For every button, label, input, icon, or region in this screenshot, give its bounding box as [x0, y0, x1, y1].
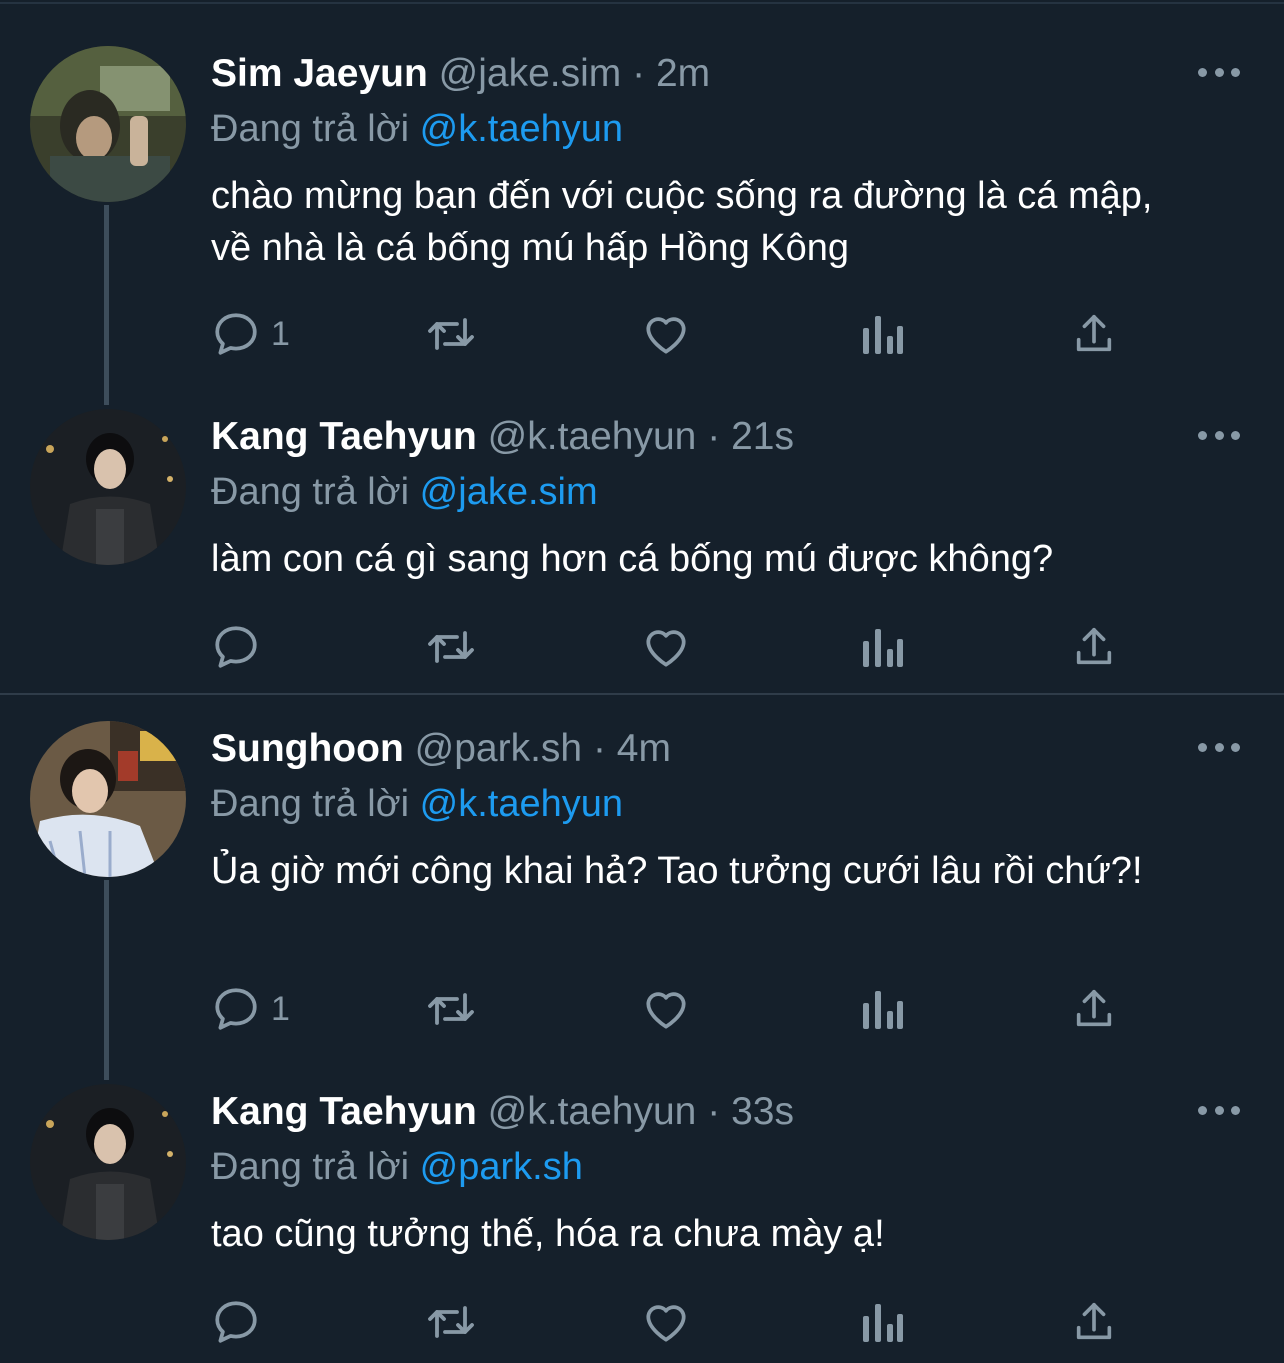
share-icon: [1076, 989, 1112, 1027]
analytics-button[interactable]: [859, 308, 903, 360]
user-handle[interactable]: @k.taehyun: [488, 415, 697, 458]
reply-button[interactable]: 1: [211, 983, 290, 1035]
heart-icon: [646, 1305, 686, 1342]
mention-link[interactable]: @jake.sim: [420, 471, 598, 513]
tweet-content: Kang Taehyun @k.taehyun · 21s Đang trả l…: [211, 409, 1211, 585]
retweet-icon: [428, 318, 474, 350]
replying-to: Đang trả lời @k.taehyun: [211, 102, 1211, 156]
tweet-content: Kang Taehyun @k.taehyun · 33s Đang trả l…: [211, 1084, 1211, 1260]
avatar[interactable]: [30, 46, 186, 202]
reply-button[interactable]: [211, 1296, 271, 1348]
share-button[interactable]: [1071, 983, 1117, 1035]
more-options-icon[interactable]: [1198, 425, 1240, 445]
tweet-header: Kang Taehyun @k.taehyun · 21s: [211, 409, 1211, 465]
tweet-header: Sunghoon @park.sh · 4m: [211, 721, 1211, 777]
analytics-icon: [863, 316, 903, 354]
reply-feed: Sim Jaeyun @jake.sim · 2m Đang trả lời @…: [0, 0, 1284, 1363]
reply-icon: [215, 988, 257, 1030]
tweet-text: tao cũng tưởng thế, hóa ra chưa mày ạ!: [211, 1213, 885, 1255]
share-button[interactable]: [1071, 1296, 1117, 1348]
analytics-button[interactable]: [859, 1296, 903, 1348]
separator: ·: [592, 727, 606, 770]
heart-icon: [646, 630, 686, 667]
tweet-header: Sim Jaeyun @jake.sim · 2m: [211, 46, 1211, 102]
like-button[interactable]: [641, 1296, 691, 1348]
tweet-header: Kang Taehyun @k.taehyun · 33s: [211, 1084, 1211, 1140]
tweet-actions: [211, 1296, 1112, 1348]
replying-to: Đang trả lời @park.sh: [211, 1140, 1211, 1194]
user-handle[interactable]: @jake.sim: [439, 52, 622, 95]
like-button[interactable]: [641, 308, 691, 360]
retweet-icon: [428, 631, 474, 663]
tweet-content: Sunghoon @park.sh · 4m Đang trả lời @k.t…: [211, 721, 1211, 897]
retweet-button[interactable]: [423, 1296, 479, 1348]
analytics-icon: [863, 629, 903, 667]
avatar[interactable]: [30, 721, 186, 877]
tweet-actions: 1: [211, 983, 1112, 1035]
replying-to: Đang trả lời @k.taehyun: [211, 777, 1211, 831]
analytics-button[interactable]: [859, 621, 903, 673]
timestamp[interactable]: 21s: [731, 415, 794, 458]
reply-button[interactable]: [211, 621, 271, 673]
mention-link[interactable]: @park.sh: [420, 1146, 583, 1188]
display-name[interactable]: Kang Taehyun: [211, 1090, 477, 1133]
tweet-actions: 1: [211, 308, 1112, 360]
display-name[interactable]: Sunghoon: [211, 727, 404, 770]
retweet-button[interactable]: [423, 983, 479, 1035]
replying-to-label: Đang trả lời: [211, 108, 410, 150]
tweet-actions: [211, 621, 1112, 673]
share-icon: [1076, 627, 1112, 665]
more-options-icon[interactable]: [1198, 1100, 1240, 1120]
retweet-button[interactable]: [423, 621, 479, 673]
retweet-button[interactable]: [423, 308, 479, 360]
more-options-icon[interactable]: [1198, 737, 1240, 757]
share-button[interactable]: [1071, 308, 1117, 360]
more-options-icon[interactable]: [1198, 62, 1240, 82]
timestamp[interactable]: 4m: [617, 727, 671, 770]
replying-to: Đang trả lời @jake.sim: [211, 465, 1211, 519]
replying-to-label: Đang trả lời: [211, 471, 410, 513]
reply-icon: [215, 626, 257, 668]
analytics-icon: [863, 1304, 903, 1342]
separator: ·: [707, 1090, 721, 1133]
tweet-text: Ủa giờ mới công khai hả? Tao tưởng cưới …: [211, 850, 1143, 892]
like-button[interactable]: [641, 621, 691, 673]
replying-to-label: Đang trả lời: [211, 1146, 410, 1188]
tweet-text: làm con cá gì sang hơn cá bống mú được k…: [211, 538, 1054, 580]
reply-icon: [215, 1301, 257, 1343]
retweet-icon: [428, 1306, 474, 1338]
timestamp[interactable]: 33s: [731, 1090, 794, 1133]
reply-count: 1: [271, 314, 290, 353]
like-button[interactable]: [641, 983, 691, 1035]
reply-count: 1: [271, 989, 290, 1028]
heart-icon: [646, 992, 686, 1029]
user-handle[interactable]: @k.taehyun: [488, 1090, 697, 1133]
share-icon: [1076, 1302, 1112, 1340]
tweet-content: Sim Jaeyun @jake.sim · 2m Đang trả lời @…: [211, 46, 1211, 274]
display-name[interactable]: Sim Jaeyun: [211, 52, 428, 95]
user-handle[interactable]: @park.sh: [415, 727, 582, 770]
retweet-icon: [428, 993, 474, 1025]
mention-link[interactable]: @k.taehyun: [420, 783, 623, 825]
avatar[interactable]: [30, 409, 186, 565]
separator: ·: [707, 415, 721, 458]
avatar[interactable]: [30, 1084, 186, 1240]
share-button[interactable]: [1071, 621, 1117, 673]
reply-button[interactable]: 1: [211, 308, 290, 360]
analytics-icon: [863, 991, 903, 1029]
heart-icon: [646, 317, 686, 354]
mention-link[interactable]: @k.taehyun: [420, 108, 623, 150]
tweet-text: chào mừng bạn đến với cuộc sống ra đường…: [211, 175, 1153, 269]
display-name[interactable]: Kang Taehyun: [211, 415, 477, 458]
timestamp[interactable]: 2m: [656, 52, 710, 95]
share-icon: [1076, 314, 1112, 352]
reply-icon: [215, 313, 257, 355]
analytics-button[interactable]: [859, 983, 903, 1035]
separator: ·: [632, 52, 646, 95]
replying-to-label: Đang trả lời: [211, 783, 410, 825]
